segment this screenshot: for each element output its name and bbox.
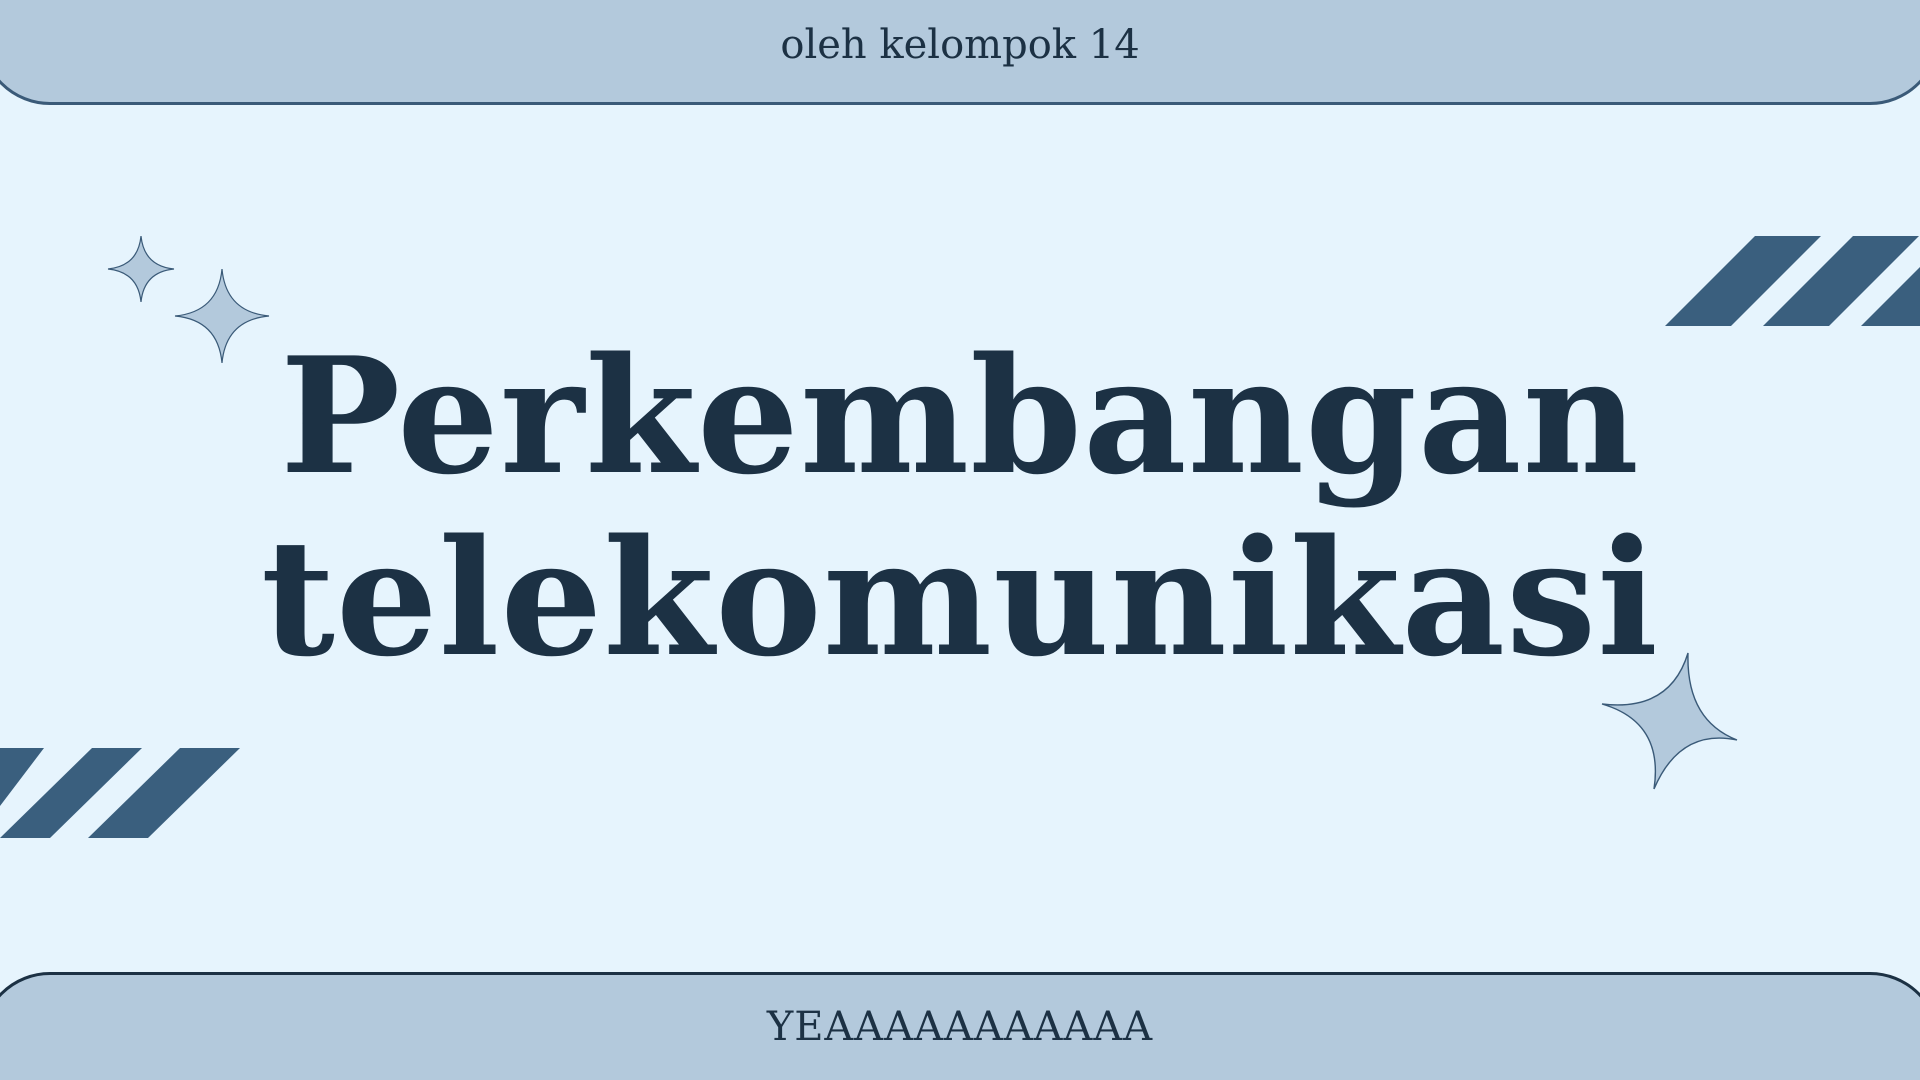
sparkle-icon-small [107, 235, 175, 303]
page-title: Perkembangan telekomunikasi [0, 325, 1920, 689]
slide: oleh kelompok 14 Perkembangan telekomuni… [0, 0, 1920, 1080]
title-line-1: Perkembangan [280, 322, 1640, 510]
diagonal-stripes-bottom-left [0, 748, 240, 838]
diagonal-stripes-top-right [1665, 236, 1920, 326]
subtitle: oleh kelompok 14 [780, 22, 1140, 68]
title-line-2: telekomunikasi [261, 504, 1659, 692]
footer-text: YEAAAAAAAAAAA [766, 1004, 1154, 1050]
